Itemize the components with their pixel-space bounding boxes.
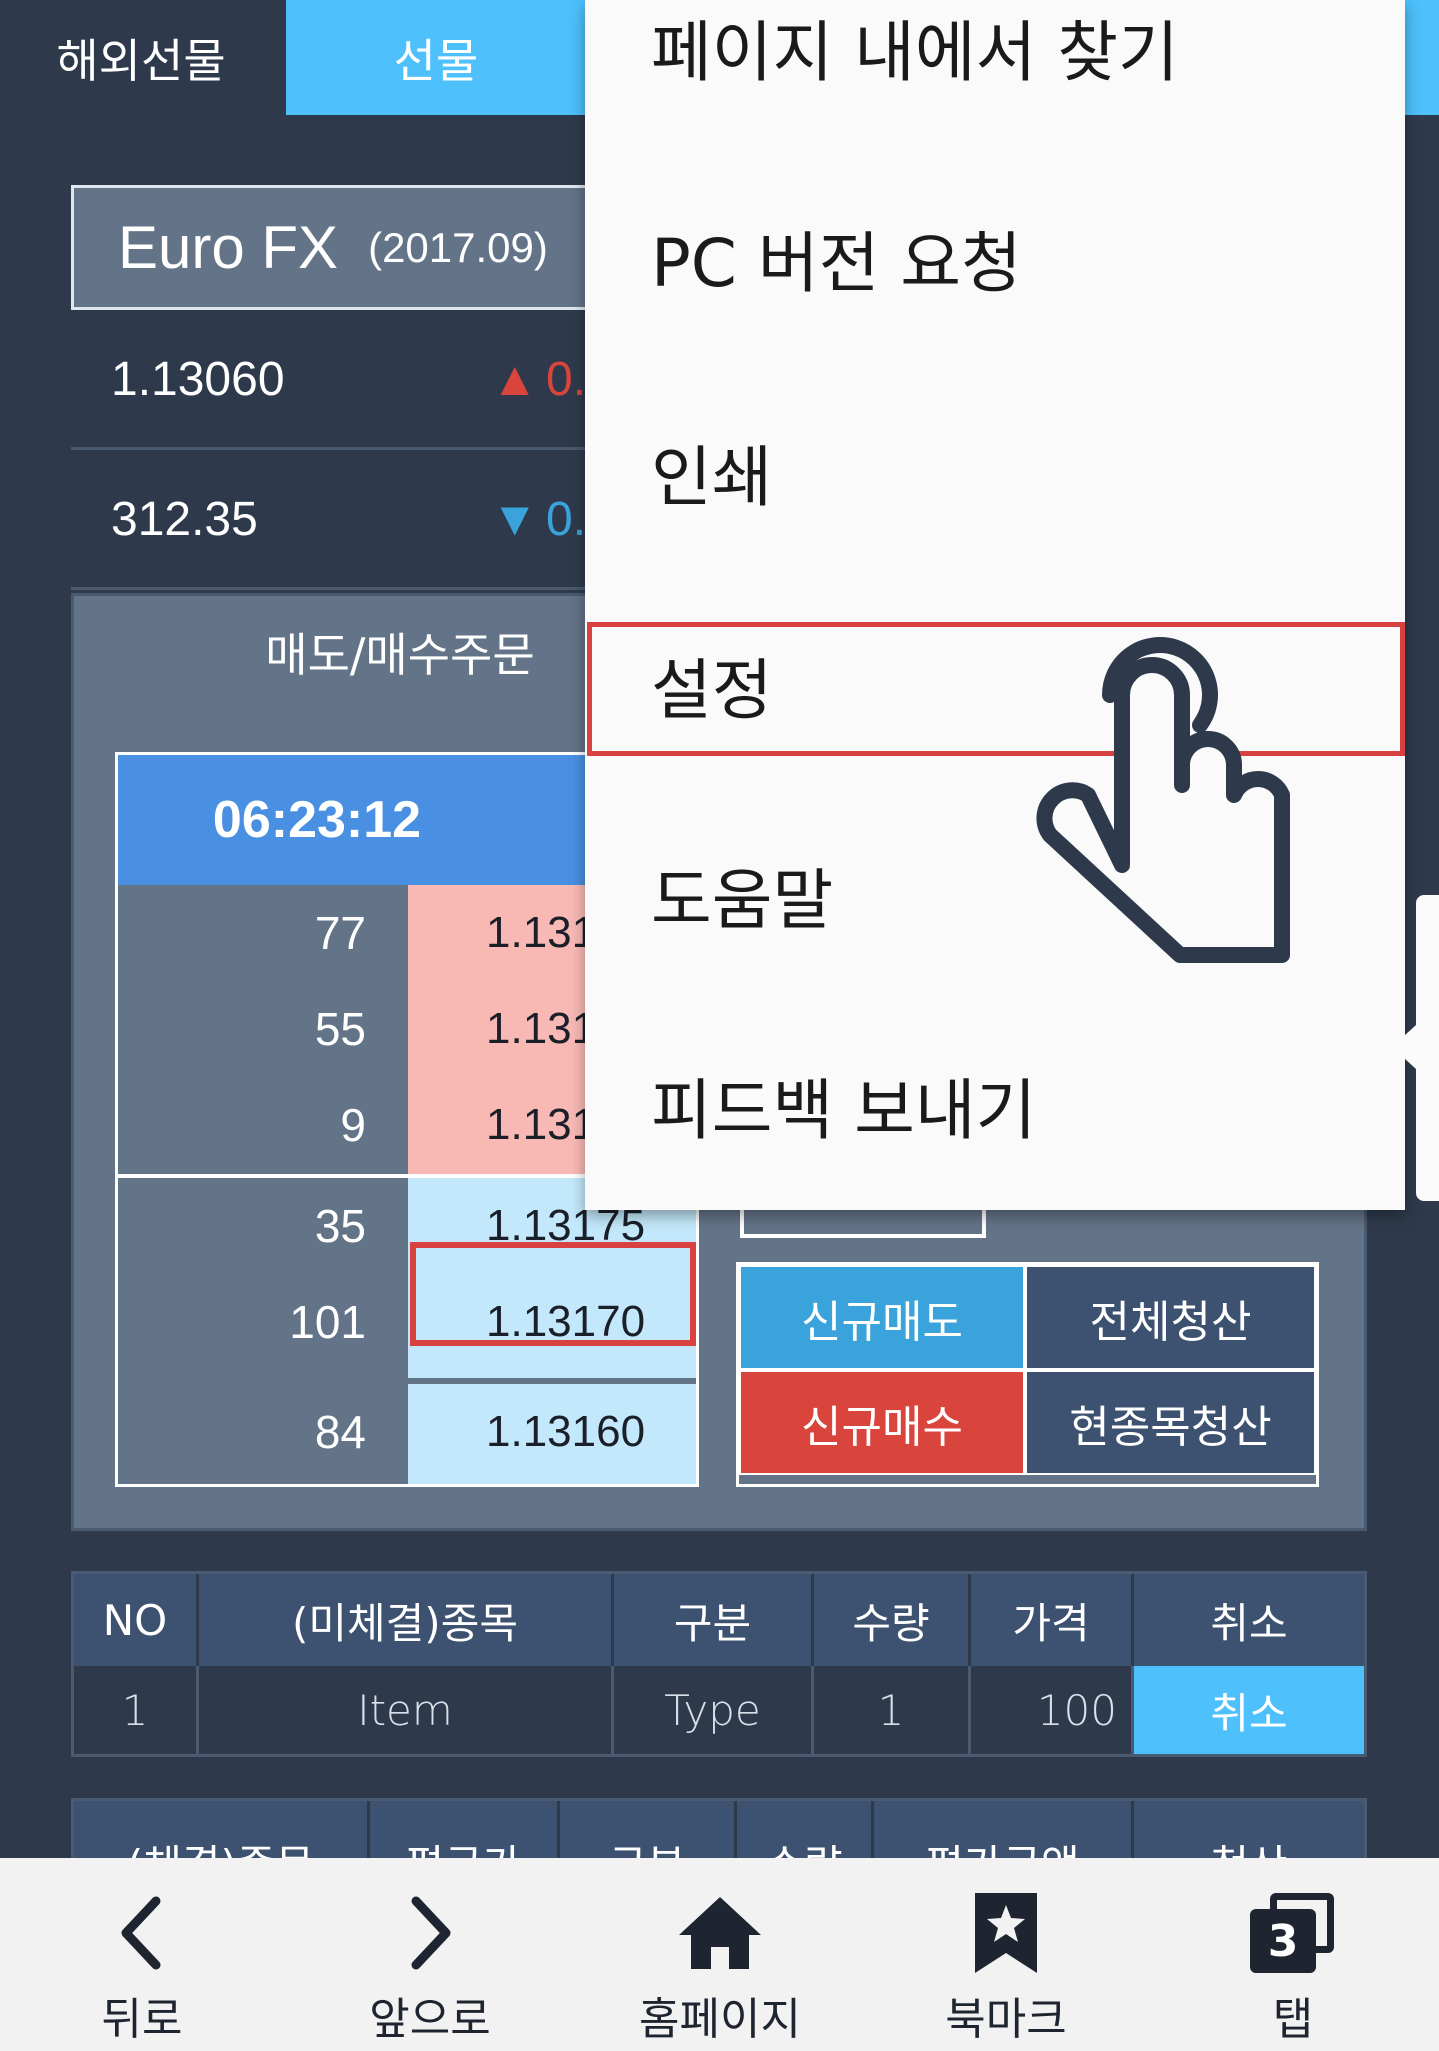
home-label: 홈페이지 xyxy=(639,1994,801,2045)
menu-item-find-in-page[interactable]: 페이지 내에서 찾기 xyxy=(585,0,1405,152)
order-panel-title: 매도/매수주문 xyxy=(265,628,535,682)
bid-price[interactable]: 1.13160 xyxy=(408,1384,696,1484)
table-cell: Type xyxy=(614,1666,814,1754)
home-button[interactable]: 홈페이지 xyxy=(610,1858,830,2051)
product-name: Euro FX xyxy=(118,214,339,281)
ask-qty: 9 xyxy=(340,1099,366,1151)
up-triangle-icon: ▲ xyxy=(491,353,539,406)
home-icon xyxy=(610,1878,830,1988)
cancel-order-button[interactable]: 취소 xyxy=(1134,1666,1364,1754)
tab-strip-edge xyxy=(1405,0,1439,115)
table-header: 구분 xyxy=(560,1801,737,1858)
new-buy-button[interactable]: 신규매수 xyxy=(739,1370,1025,1475)
tab-count: 3 xyxy=(1250,1909,1316,1973)
chevron-right-icon xyxy=(320,1878,540,1988)
price-change: 0. xyxy=(546,493,587,546)
tab-futures-label: 선물 xyxy=(393,33,479,88)
pointing-hand-icon xyxy=(1010,625,1330,985)
forward-label: 앞으로 xyxy=(369,1994,491,2045)
close-all-button[interactable]: 전체청산 xyxy=(1025,1265,1316,1370)
unfilled-orders-table: NO (미체결)종목 구분 수량 가격 취소 1 Item Type 1 100… xyxy=(71,1571,1367,1757)
forward-button[interactable]: 앞으로 xyxy=(320,1858,540,2051)
bookmark-star-icon xyxy=(896,1878,1116,1988)
ask-qty: 55 xyxy=(314,1003,366,1055)
edge-panel-handle[interactable] xyxy=(1416,895,1439,1201)
table-header: NO xyxy=(74,1574,199,1666)
price-value: 1.13060 xyxy=(111,353,285,406)
tabs-icon: 3 xyxy=(1183,1878,1403,1988)
bookmark-label: 북마크 xyxy=(945,1994,1067,2045)
price-change: 0. xyxy=(546,353,587,406)
edge-arrow-icon xyxy=(1392,1025,1416,1069)
menu-item-print[interactable]: 인쇄 xyxy=(585,367,1405,577)
back-button[interactable]: 뒤로 xyxy=(32,1858,252,2051)
menu-item-send-feedback[interactable]: 피드백 보내기 xyxy=(585,1000,1405,1210)
table-header: 가격 xyxy=(971,1574,1134,1666)
product-code: (2017.09) xyxy=(368,223,548,271)
table-header: 수량 xyxy=(814,1574,971,1666)
tab-overseas-futures[interactable]: 해외선물 xyxy=(0,0,282,115)
ask-qty: 77 xyxy=(314,907,366,959)
down-triangle-icon: ▼ xyxy=(491,493,539,546)
back-label: 뒤로 xyxy=(101,1994,183,2045)
table-cell: 1 xyxy=(74,1666,199,1754)
price-value: 312.35 xyxy=(111,493,258,546)
table-header: (체결)종목 xyxy=(74,1801,370,1858)
table-header: 수량 xyxy=(737,1801,874,1858)
tabs-button[interactable]: 3 탭 xyxy=(1183,1858,1403,2051)
tab-overseas-futures-label: 해외선물 xyxy=(56,33,226,88)
new-sell-button[interactable]: 신규매도 xyxy=(739,1265,1025,1370)
bookmark-button[interactable]: 북마크 xyxy=(896,1858,1116,2051)
table-header: (미체결)종목 xyxy=(199,1574,614,1666)
bid-qty: 101 xyxy=(289,1296,366,1348)
bid-qty: 35 xyxy=(314,1200,366,1252)
tab-futures[interactable]: 선물 xyxy=(286,0,586,115)
table-header: 구분 xyxy=(614,1574,814,1666)
table-cell: 100 xyxy=(971,1666,1134,1754)
selected-price-highlight xyxy=(410,1242,696,1346)
table-header: 청산 xyxy=(1134,1801,1364,1858)
bid-qty: 84 xyxy=(314,1406,366,1458)
menu-item-request-desktop[interactable]: PC 버전 요청 xyxy=(585,153,1405,363)
table-cell: 1 xyxy=(814,1666,971,1754)
table-cell: Item xyxy=(199,1666,614,1754)
table-header: 취소 xyxy=(1134,1574,1364,1666)
filled-orders-table: (체결)종목 평균가 구분 수량 평가금액 청산 xyxy=(71,1798,1367,1858)
table-header: 평가금액 xyxy=(874,1801,1134,1858)
chevron-left-icon xyxy=(32,1878,252,1988)
table-header: 평균가 xyxy=(370,1801,560,1858)
product-header: Euro FX (2017.09) xyxy=(71,185,631,310)
close-current-button[interactable]: 현종목청산 xyxy=(1025,1370,1316,1475)
tabs-label: 탭 xyxy=(1272,1994,1314,2045)
